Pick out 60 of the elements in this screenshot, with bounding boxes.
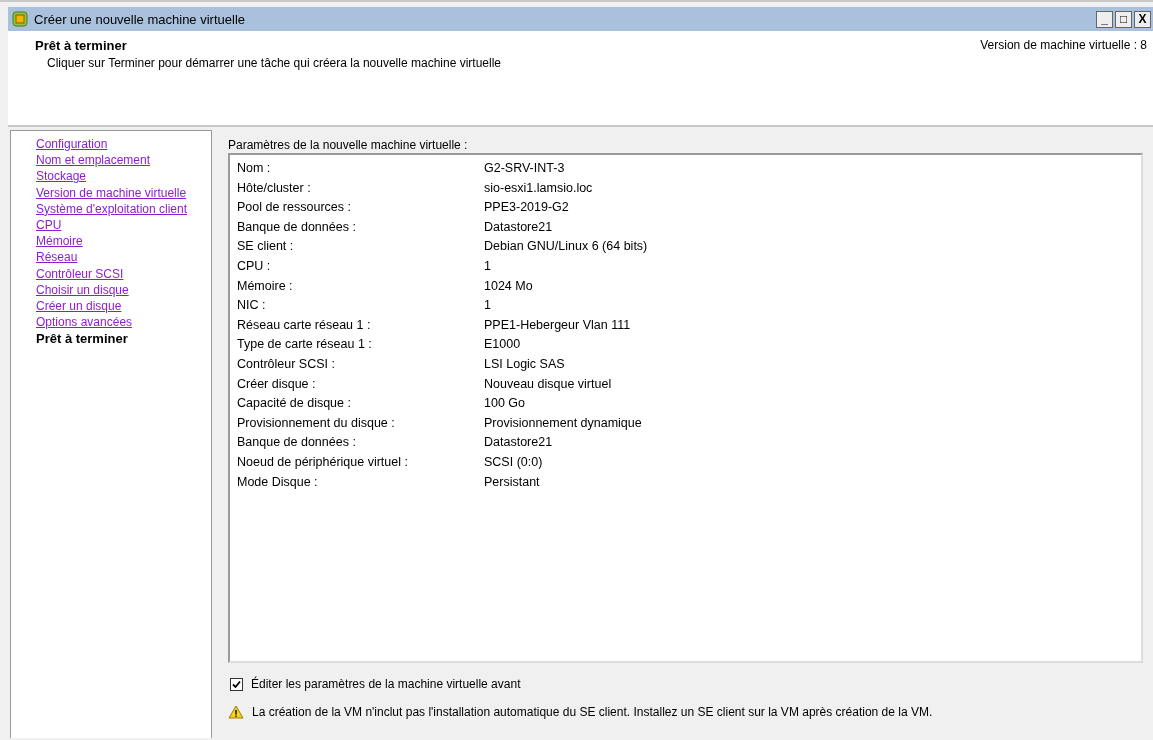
step-link[interactable]: Réseau [36, 250, 211, 265]
setting-name: Mémoire : [237, 278, 294, 294]
setting-name: SE client : [237, 239, 295, 254]
setting-value: Provisionnement dynamique [484, 415, 643, 431]
maximize-button[interactable]: □ [1115, 10, 1132, 28]
setting-name: Type de carte réseau 1 : [237, 337, 373, 352]
step-link[interactable]: Nom et emplacement [36, 153, 211, 168]
setting-value: SCSI (0:0) [484, 454, 544, 470]
setting-name: Banque de données : [237, 219, 357, 235]
close-button[interactable]: X [1134, 10, 1151, 28]
setting-name: Pool de ressources : [237, 200, 352, 215]
step-description: Cliquer sur Terminer pour démarrer une tâche qui créera la nouvelle machine virtuelle [47, 56, 501, 70]
setting-value: G2-SRV-INT-3 [484, 161, 566, 176]
setting-value: PPE3-2019-G2 [484, 200, 570, 215]
settings-label: Paramètres de la nouvelle machine virtuelle : [228, 138, 469, 152]
setting-value: Nouveau disque virtuel [484, 376, 613, 392]
setting-value: Debian GNU/Linux 6 (64 bits) [484, 239, 649, 254]
setting-name: Capacité de disque : [237, 396, 352, 411]
version-label: Version de machine virtuelle : 8 [980, 38, 1147, 54]
warning-icon [228, 705, 244, 719]
setting-name: CPU : [237, 258, 272, 274]
edit-checkbox[interactable] [230, 677, 243, 691]
setting-value: Datastore21 [484, 435, 554, 450]
setting-name: Mode Disque : [237, 474, 319, 490]
app-icon [12, 11, 28, 27]
setting-name: Réseau carte réseau 1 : [237, 317, 372, 333]
step-link[interactable]: Version de machine virtuelle [36, 185, 211, 200]
setting-value: Persistant [484, 474, 541, 490]
warning-text: La création de la VM n'inclut pas l'installation automatique du SE client. Installez un SE client sur la VM après création de la VM. [252, 705, 933, 719]
setting-value: LSI Logic SAS [484, 356, 566, 372]
current-step[interactable]: Prêt à terminer [36, 331, 211, 347]
step-link[interactable]: Créer un disque [36, 298, 211, 313]
step-link[interactable]: Configuration [36, 137, 211, 151]
step-link[interactable]: Options avancées [36, 315, 211, 330]
minimize-button[interactable]: _ [1096, 10, 1113, 28]
window-title: Créer une nouvelle machine virtuelle [34, 11, 246, 27]
setting-value: E1000 [484, 337, 522, 352]
setting-value: Datastore21 [484, 219, 554, 235]
setting-name: Hôte/cluster : [237, 180, 312, 196]
setting-name: Provisionnement du disque : [237, 415, 396, 431]
setting-value: sio-esxi1.lamsio.loc [484, 180, 594, 196]
setting-name: Contrôleur SCSI : [237, 356, 336, 372]
step-link[interactable]: Choisir un disque [36, 282, 211, 297]
setting-value: PPE1-Hebergeur Vlan 111 [484, 317, 632, 333]
setting-name: Nom : [237, 161, 272, 176]
checkbox-label[interactable]: Éditer les paramètres de la machine virtuelle avant [251, 677, 521, 691]
setting-value: 1 [484, 298, 492, 313]
step-link[interactable]: Système d'exploitation client [36, 201, 211, 216]
setting-name: Banque de données : [237, 435, 357, 450]
step-title: Prêt à terminer [35, 38, 128, 53]
step-link[interactable]: CPU [36, 217, 211, 232]
setting-value: 100 Go [484, 396, 526, 411]
step-link[interactable]: Mémoire [36, 234, 211, 249]
setting-value: 1024 Mo [484, 278, 534, 294]
setting-name: Créer disque : [237, 376, 317, 392]
step-link[interactable]: Contrôleur SCSI [36, 266, 211, 281]
setting-value: 1 [484, 258, 492, 274]
setting-name: NIC : [237, 298, 267, 313]
step-link[interactable]: Stockage [36, 169, 211, 184]
setting-name: Noeud de périphérique virtuel : [237, 454, 409, 470]
